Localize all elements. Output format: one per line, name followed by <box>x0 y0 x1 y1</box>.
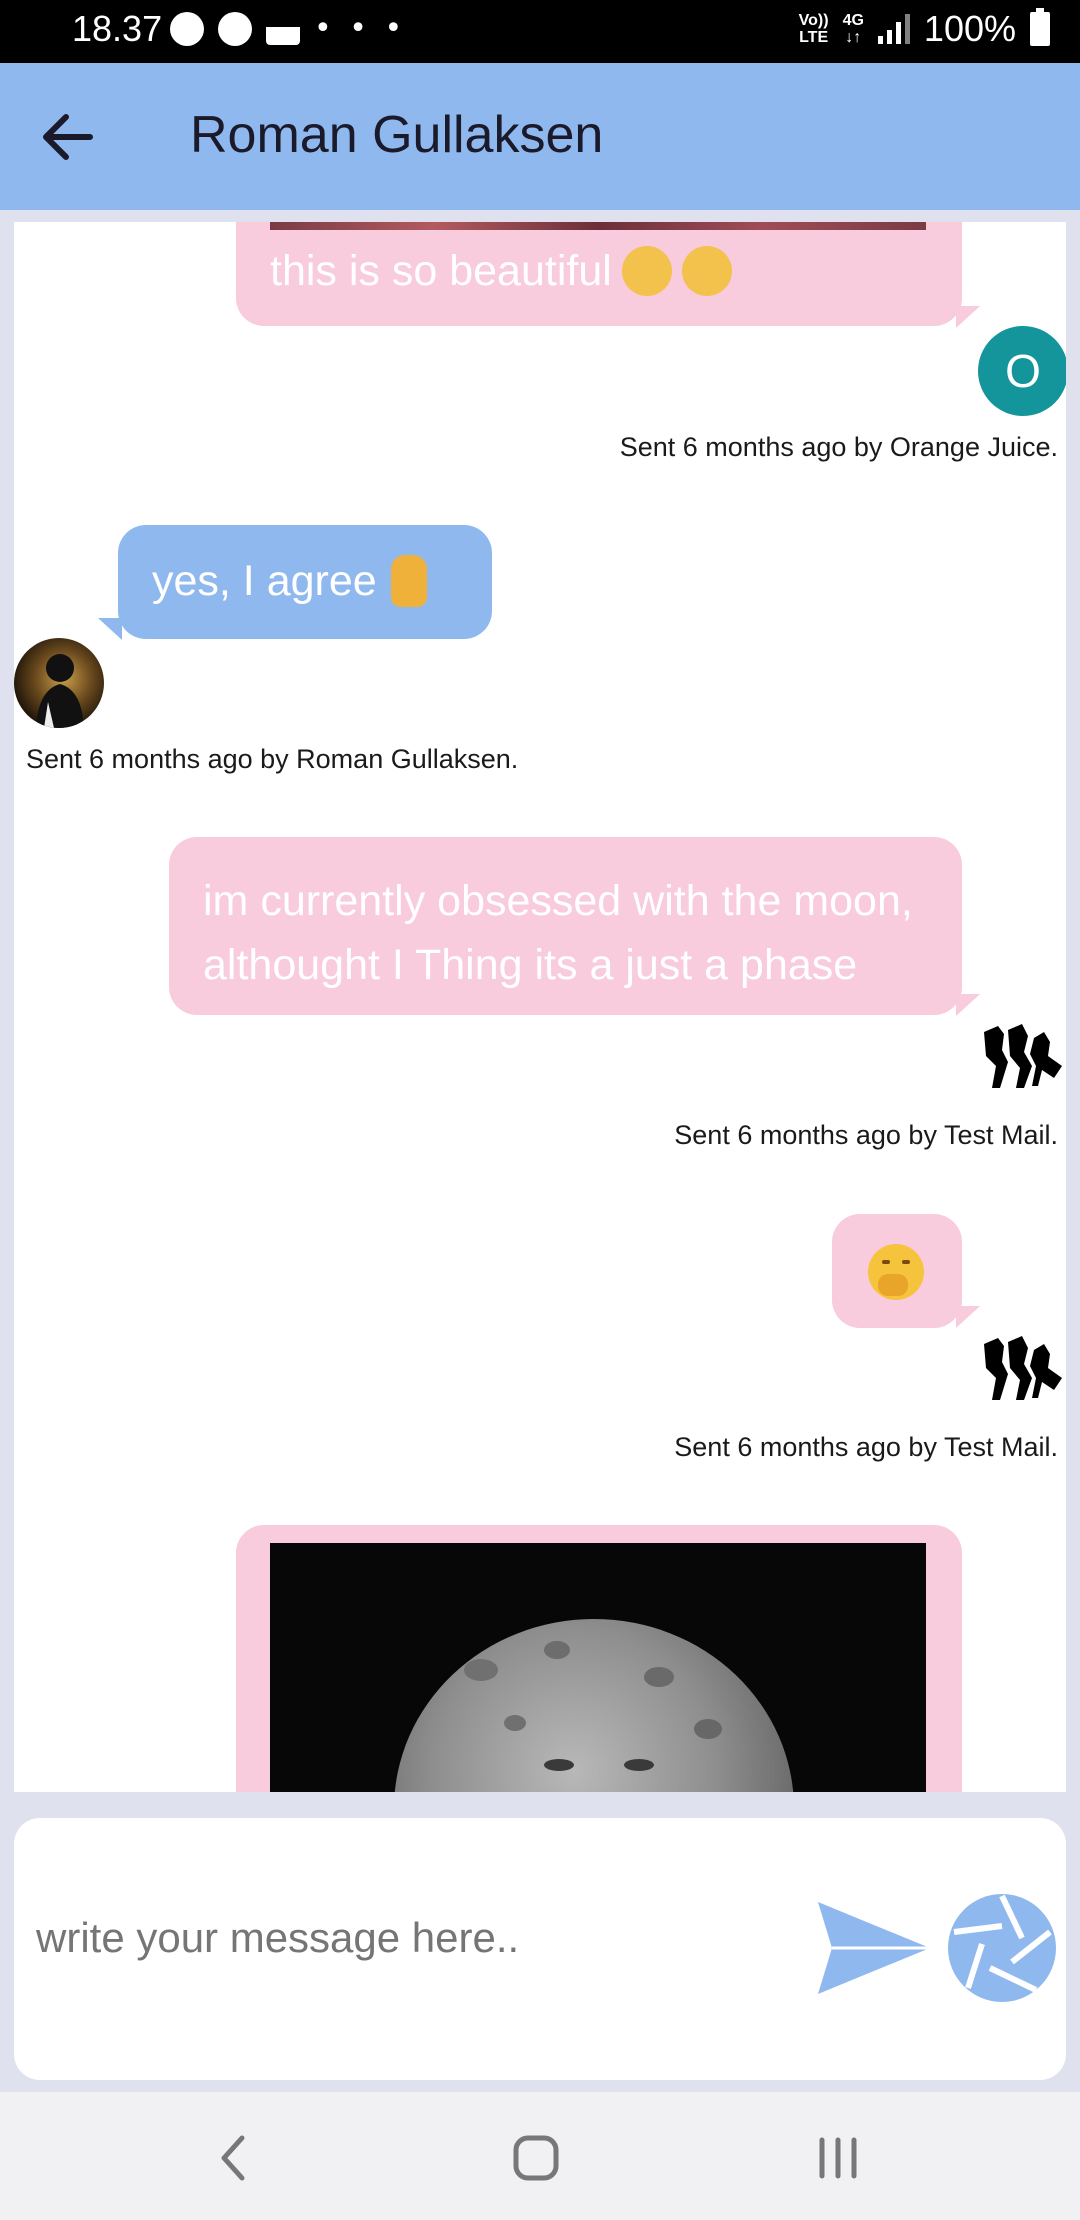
message-meta: Sent 6 months ago by Orange Juice. <box>619 432 1058 462</box>
weather-icon <box>266 27 300 45</box>
nav-back-icon[interactable] <box>204 2128 264 2188</box>
message-bubble[interactable] <box>236 1525 962 1792</box>
screaming-face-emoji-icon <box>621 246 672 296</box>
moon-image <box>394 1619 794 1792</box>
bubble-tail <box>98 618 122 640</box>
nav-home-icon[interactable] <box>506 2128 566 2188</box>
message-image-strip <box>270 222 926 230</box>
message-input[interactable] <box>36 1914 796 1962</box>
app-bar: Roman Gullaksen <box>0 63 1080 210</box>
signal-icon <box>877 14 910 44</box>
message-text-line: althought I Thing its a just a phase <box>203 941 858 989</box>
message-bubble[interactable] <box>832 1214 962 1328</box>
bubble-tail <box>956 1306 980 1328</box>
message-composer <box>14 1818 1066 2080</box>
message-bubble[interactable]: this is so beautiful <box>236 222 962 326</box>
moon-photo[interactable] <box>270 1543 926 1792</box>
message-bubble[interactable]: yes, I agree <box>118 525 492 639</box>
message-meta: Sent 6 months ago by Roman Gullaksen. <box>26 744 519 774</box>
avatar: O <box>978 326 1066 416</box>
battery-icon <box>1030 8 1050 46</box>
nav-recents-icon[interactable] <box>808 2128 868 2188</box>
system-nav-bar <box>0 2092 1080 2220</box>
bubble-tail <box>956 306 980 328</box>
chat-title: Roman Gullaksen <box>190 106 604 164</box>
status-time: 18.37 <box>72 8 163 49</box>
battery-percent: 100% <box>923 8 1016 49</box>
volte-indicator: Vo)) LTE <box>798 12 829 46</box>
status-right: Vo)) LTE 4G ↓↑ 100% <box>799 8 1050 50</box>
avatar <box>984 1336 1062 1400</box>
camera-shutter-icon[interactable] <box>946 1892 1058 2004</box>
notification-icons: • • • <box>170 12 406 46</box>
message-meta: Sent 6 months ago by Test Mail. <box>674 1120 1058 1150</box>
arrow-left-icon[interactable] <box>38 109 98 165</box>
send-icon[interactable] <box>814 1898 934 1998</box>
screaming-face-emoji-icon <box>681 246 732 296</box>
status-bar: 18.37 • • • Vo)) LTE 4G ↓↑ 100% <box>0 0 1080 63</box>
message-text-line: im currently obsessed with the moon, <box>203 877 913 925</box>
message-bubble[interactable]: im currently obsessed with the moon, alt… <box>169 837 962 1015</box>
message-meta: Sent 6 months ago by Test Mail. <box>674 1432 1058 1462</box>
person-silhouette <box>36 654 84 728</box>
thumbs-up-emoji-icon <box>390 555 427 607</box>
bubble-tail <box>956 994 980 1016</box>
avatar <box>984 1024 1062 1088</box>
message-text: this is so beautiful <box>270 246 612 295</box>
face-icon <box>218 12 252 46</box>
more-notifications-icon: • • • <box>314 11 407 46</box>
network-type-indicator: 4G ↓↑ <box>842 12 864 46</box>
message-list[interactable]: this is so beautiful O Sent 6 months ago… <box>14 222 1066 1792</box>
snapchat-icon <box>170 12 204 46</box>
avatar <box>14 638 104 728</box>
message-text: yes, I agree <box>152 556 377 605</box>
face-with-hand-over-mouth-emoji-icon <box>868 1244 924 1300</box>
